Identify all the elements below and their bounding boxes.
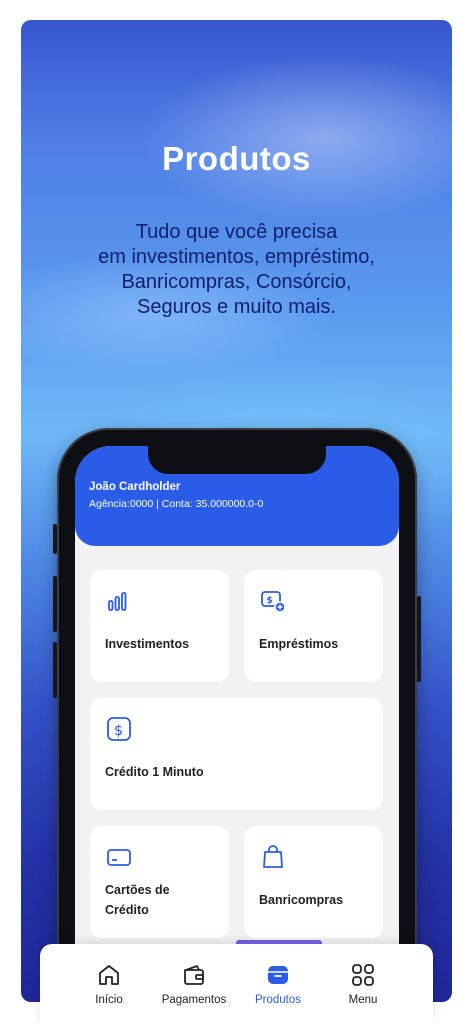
nav-item-inicio[interactable]: Início (64, 958, 154, 1018)
shopping-bag-icon (263, 845, 283, 868)
nav-label: Início (95, 994, 123, 1006)
promo-subtitle-line: Banricompras, Consórcio, (121, 271, 352, 293)
promo-subtitle-line: Seguros e muito mais. (137, 296, 336, 318)
wallet-icon (184, 965, 204, 985)
product-label: Empréstimos (259, 637, 339, 651)
product-card-credito-1-minuto[interactable]: $ Crédito 1 Minuto (90, 698, 383, 810)
promo-subtitle: Tudo que você precisa em investimentos, … (61, 220, 412, 320)
promo-banner: Produtos Tudo que você precisa em invest… (21, 20, 452, 1002)
product-label: Investimentos (105, 637, 190, 651)
promo-subtitle-line: em investimentos, empréstimo, (98, 246, 375, 268)
phone-side-button (417, 596, 421, 682)
phone-mockup: João Cardholder Agência:0000 | Conta: 35… (53, 428, 421, 1002)
nav-item-pagamentos[interactable]: Pagamentos (149, 958, 239, 1018)
products-box-icon (268, 966, 288, 984)
bottom-navigation: Início Pagamentos Produtos Menu (40, 940, 433, 1024)
loan-money-icon: $ (261, 591, 286, 613)
product-card-cartoes-de-credito[interactable]: Cartões de Crédito (90, 826, 229, 938)
product-label-line: Cartões de (105, 883, 170, 897)
phone-side-button (53, 576, 57, 632)
svg-text:$: $ (267, 596, 273, 606)
dollar-icon: $ (107, 717, 131, 741)
credit-card-icon (107, 849, 131, 866)
product-card-emprestimos[interactable]: $ Empréstimos (244, 570, 383, 682)
nav-item-menu[interactable]: Menu (318, 958, 408, 1018)
product-card-banricompras[interactable]: Banricompras (244, 826, 383, 938)
product-label-line: Crédito (105, 903, 149, 917)
nav-label: Produtos (254, 994, 302, 1006)
bar-chart-icon (108, 592, 127, 611)
grid-menu-icon (352, 964, 374, 986)
nav-active-indicator (236, 940, 322, 944)
phone-screen: João Cardholder Agência:0000 | Conta: 35… (75, 446, 399, 1002)
nav-label: Pagamentos (161, 994, 227, 1006)
product-label: Crédito 1 Minuto (105, 765, 204, 779)
nav-label: Menu (348, 994, 378, 1006)
promo-subtitle-line: Tudo que você precisa (135, 221, 338, 243)
phone-notch (148, 446, 326, 474)
promo-title: Produtos (162, 140, 311, 177)
product-card-investimentos[interactable]: Investimentos (90, 570, 229, 682)
phone-side-button (53, 642, 57, 698)
phone-side-button (53, 524, 57, 554)
product-label: Cartões de Crédito (105, 880, 170, 920)
svg-text:$: $ (114, 723, 123, 739)
nav-item-produtos[interactable]: Produtos (233, 958, 323, 1018)
account-holder-name: João Cardholder (89, 481, 181, 493)
product-label: Banricompras (259, 893, 344, 907)
home-icon (99, 965, 119, 985)
account-details: Agência:0000 | Conta: 35.000000.0-0 (89, 498, 264, 510)
